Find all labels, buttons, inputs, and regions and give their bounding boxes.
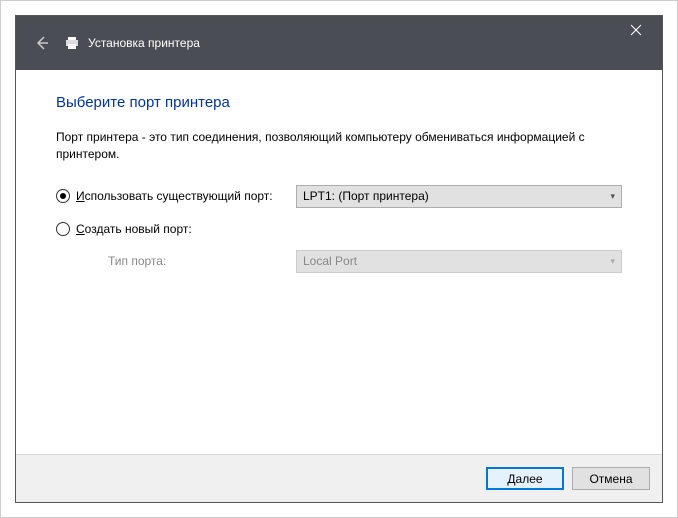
dropdown-existing-value: LPT1: (Порт принтера): [303, 189, 429, 203]
page-heading: Выберите порт принтера: [56, 94, 622, 111]
window-title: Установка принтера: [88, 36, 200, 50]
next-button[interactable]: Далее: [486, 467, 564, 490]
radio-new-label[interactable]: Создать новый порт:: [76, 222, 296, 236]
back-button[interactable]: [28, 29, 56, 57]
footer: Далее Отмена: [16, 454, 662, 502]
dropdown-existing-port[interactable]: LPT1: (Порт принтера) ▾: [296, 185, 622, 208]
option-existing-port: Использовать существующий порт: LPT1: (П…: [56, 185, 622, 208]
radio-new-port[interactable]: [56, 222, 70, 236]
page-description: Порт принтера - это тип соединения, позв…: [56, 129, 622, 163]
content-area: Выберите порт принтера Порт принтера - э…: [16, 70, 662, 454]
printer-icon: [64, 35, 80, 51]
chevron-down-icon: ▾: [610, 256, 615, 267]
titlebar: Установка принтера: [16, 16, 662, 70]
radio-existing-port[interactable]: [56, 189, 70, 203]
cancel-button[interactable]: Отмена: [572, 467, 650, 490]
dropdown-port-type: Local Port ▾: [296, 250, 622, 273]
back-arrow-icon: [34, 35, 50, 51]
radio-existing-label[interactable]: Использовать существующий порт:: [76, 189, 296, 203]
wizard-window: Установка принтера Выберите порт принтер…: [15, 15, 663, 503]
option-new-port: Создать новый порт:: [56, 222, 622, 236]
port-type-label: Тип порта:: [108, 254, 296, 268]
close-icon: [630, 24, 642, 36]
chevron-down-icon: ▾: [610, 191, 615, 202]
dropdown-port-type-value: Local Port: [303, 254, 357, 268]
close-button[interactable]: [614, 16, 658, 44]
port-type-row: Тип порта: Local Port ▾: [56, 250, 622, 273]
